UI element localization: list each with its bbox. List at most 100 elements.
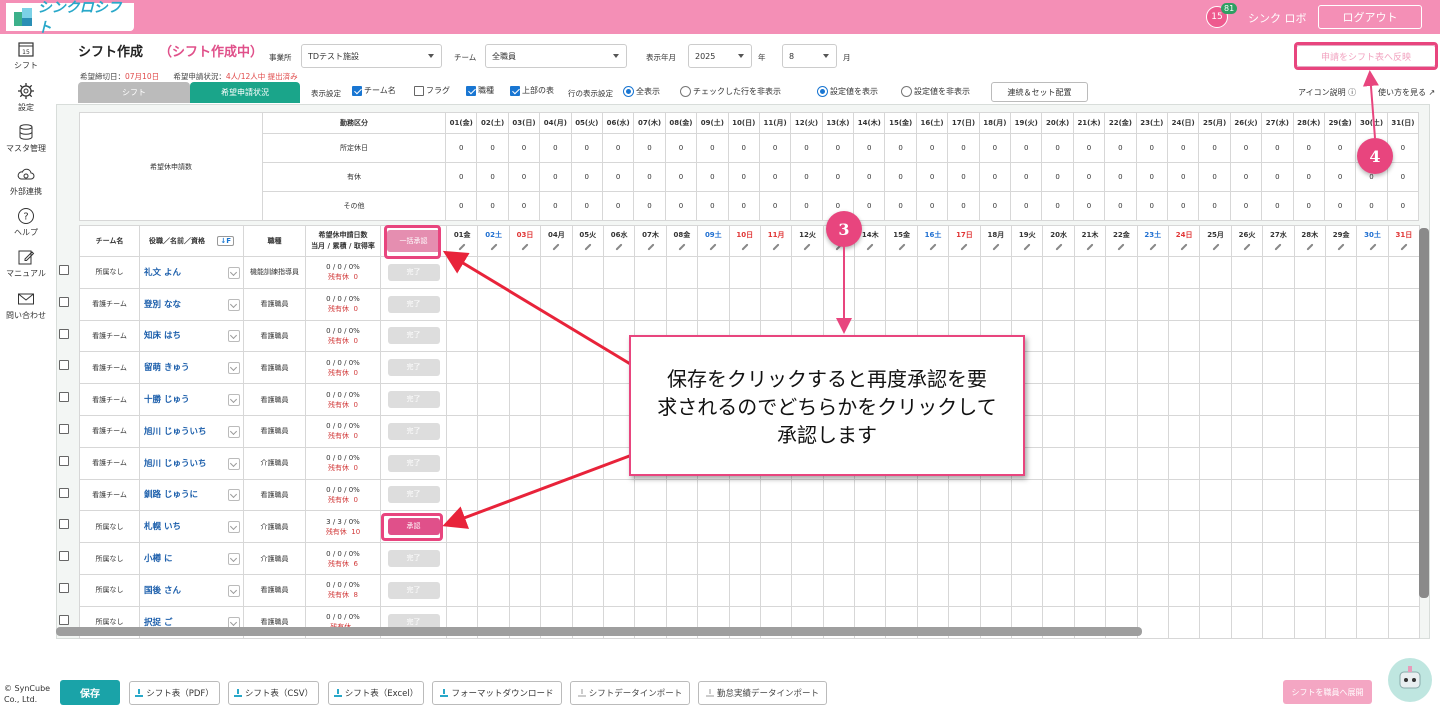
shift-cell[interactable]: [916, 510, 950, 544]
team-select[interactable]: 全職員: [485, 44, 627, 68]
shift-cell[interactable]: [1042, 414, 1075, 448]
shift-cell[interactable]: [948, 478, 981, 512]
shift-cell[interactable]: [791, 573, 824, 607]
row-checkbox[interactable]: [59, 424, 69, 434]
shift-cell[interactable]: [854, 542, 887, 575]
shift-cell[interactable]: [445, 446, 479, 480]
shift-cell[interactable]: [1105, 542, 1138, 575]
shift-cell[interactable]: [1324, 605, 1358, 639]
shift-cell[interactable]: [759, 573, 793, 607]
shift-cell[interactable]: [1387, 256, 1421, 289]
shift-cell[interactable]: [1324, 351, 1358, 385]
shift-cell[interactable]: [1042, 510, 1075, 544]
shift-cell[interactable]: [1387, 287, 1421, 321]
shift-cell[interactable]: [540, 351, 573, 385]
shift-cell[interactable]: [477, 478, 510, 512]
shift-cell[interactable]: [571, 319, 604, 353]
shift-cell[interactable]: [1230, 256, 1264, 289]
shift-cell[interactable]: [1293, 478, 1326, 512]
chevron-down-icon[interactable]: [228, 330, 240, 343]
sidebar-item-contact[interactable]: 問い合わせ: [0, 290, 52, 321]
shift-cell[interactable]: [571, 478, 604, 512]
pencil-icon[interactable]: [803, 243, 812, 251]
shift-cell[interactable]: [1042, 573, 1075, 607]
shift-cell[interactable]: [1324, 414, 1358, 448]
shift-cell[interactable]: [1011, 573, 1044, 607]
shift-cell[interactable]: [508, 351, 542, 385]
shift-cell[interactable]: [1136, 351, 1169, 385]
shift-cell[interactable]: [445, 287, 479, 321]
done-button[interactable]: 完了: [387, 359, 440, 377]
shift-cell[interactable]: [477, 351, 510, 385]
done-button[interactable]: 完了: [387, 486, 440, 504]
shift-cell[interactable]: [759, 287, 793, 321]
shift-cell[interactable]: [697, 542, 730, 575]
shift-cell[interactable]: [1199, 573, 1232, 607]
pencil-icon[interactable]: [1023, 243, 1031, 251]
shift-cell[interactable]: [540, 414, 573, 448]
shift-cell[interactable]: [1262, 256, 1295, 289]
shift-cell[interactable]: [854, 287, 887, 321]
shift-cell[interactable]: [508, 256, 542, 289]
shift-cell[interactable]: [885, 542, 918, 575]
shift-cell[interactable]: [1167, 478, 1201, 512]
how-to-link[interactable]: 使い方を見る ↗: [1378, 87, 1435, 98]
shift-cell[interactable]: [1262, 319, 1295, 353]
shift-cell[interactable]: [571, 351, 604, 385]
shift-cell[interactable]: [697, 256, 730, 289]
shift-cell[interactable]: [979, 573, 1013, 607]
shift-cell[interactable]: [885, 287, 918, 321]
shift-cell[interactable]: [728, 510, 761, 544]
shift-cell[interactable]: [854, 478, 887, 512]
shift-cell[interactable]: [1293, 287, 1326, 321]
shift-cell[interactable]: [1167, 510, 1201, 544]
robot-assistant-icon[interactable]: [1388, 658, 1432, 702]
shift-cell[interactable]: [1230, 351, 1264, 385]
office-select[interactable]: TDテスト施設: [301, 44, 442, 68]
shift-cell[interactable]: [1293, 351, 1326, 385]
shift-cell[interactable]: [1230, 319, 1264, 353]
chevron-down-icon[interactable]: [228, 425, 240, 438]
shift-cell[interactable]: [759, 256, 793, 289]
shift-cell[interactable]: [1230, 573, 1264, 607]
chevron-down-icon[interactable]: [228, 584, 240, 597]
shift-cell[interactable]: [1387, 573, 1421, 607]
shift-cell[interactable]: [634, 287, 667, 321]
shift-cell[interactable]: [1136, 319, 1169, 353]
check-top-table[interactable]: 上部の表: [510, 85, 554, 97]
shift-cell[interactable]: [791, 478, 824, 512]
shift-cell[interactable]: [1262, 510, 1295, 544]
staff-name[interactable]: 礼文 よん: [142, 266, 228, 278]
shift-cell[interactable]: [697, 287, 730, 321]
done-button[interactable]: 完了: [387, 550, 440, 568]
shift-cell[interactable]: [728, 256, 761, 289]
save-button[interactable]: 保存: [60, 680, 120, 705]
export-csv-button[interactable]: シフト表（CSV）: [228, 681, 319, 705]
pencil-icon[interactable]: [1368, 243, 1377, 251]
shift-cell[interactable]: [1073, 478, 1107, 512]
shift-cell[interactable]: [1136, 478, 1169, 512]
shift-cell[interactable]: [1011, 478, 1044, 512]
shift-cell[interactable]: [634, 510, 667, 544]
shift-cell[interactable]: [1356, 351, 1389, 385]
shift-cell[interactable]: [1293, 256, 1326, 289]
shift-cell[interactable]: [979, 542, 1013, 575]
radio-show-values[interactable]: 設定値を表示: [817, 86, 878, 98]
shift-cell[interactable]: [1324, 287, 1358, 321]
sidebar-item-integration[interactable]: 外部連携: [0, 166, 52, 197]
shift-cell[interactable]: [822, 542, 856, 575]
sort-icon[interactable]: ↓F: [217, 236, 235, 246]
pencil-icon[interactable]: [1055, 243, 1063, 251]
shift-cell[interactable]: [1356, 256, 1389, 289]
shift-cell[interactable]: [665, 510, 699, 544]
shift-cell[interactable]: [665, 478, 699, 512]
shift-cell[interactable]: [602, 478, 636, 512]
shift-cell[interactable]: [540, 510, 573, 544]
shift-cell[interactable]: [571, 446, 604, 480]
staff-name[interactable]: 旭川 じゅういち: [142, 457, 228, 469]
shift-cell[interactable]: [1105, 319, 1138, 353]
shift-cell[interactable]: [1167, 605, 1201, 639]
shift-cell[interactable]: [1136, 256, 1169, 289]
shift-cell[interactable]: [1199, 351, 1232, 385]
done-button[interactable]: 完了: [387, 581, 440, 599]
